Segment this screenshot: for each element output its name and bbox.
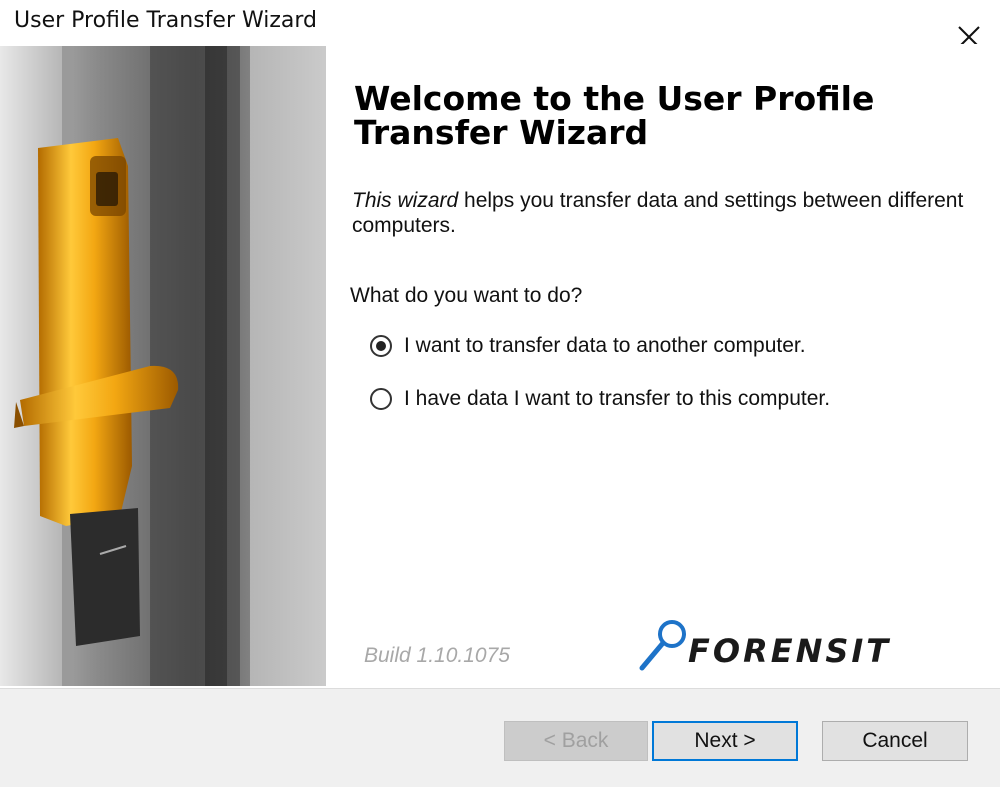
magnifier-icon [639, 620, 686, 671]
wizard-content: Welcome to the User Profile Transfer Wiz… [326, 44, 1000, 688]
door-handle-illustration [0, 46, 326, 686]
description-lead: This wizard [352, 189, 459, 212]
option-label: I have data I want to transfer to this c… [404, 387, 831, 410]
wizard-description: This wizard helps you transfer data and … [352, 188, 972, 238]
page-title: Welcome to the User Profile Transfer Wiz… [354, 79, 875, 152]
build-version: Build 1.10.1075 [364, 644, 510, 667]
option-transfer-to-another[interactable]: I want to transfer data to another compu… [370, 334, 806, 358]
brand-name: FORENSIT [688, 632, 892, 670]
radio-unselected-icon[interactable] [370, 388, 392, 410]
window-title: User Profile Transfer Wizard [14, 8, 318, 33]
next-button[interactable]: Next > [652, 721, 798, 761]
radio-selected-icon[interactable] [370, 335, 392, 357]
cancel-button[interactable]: Cancel [822, 721, 968, 761]
question-label: What do you want to do? [350, 284, 583, 307]
forensit-logo: FORENSIT [636, 614, 936, 674]
option-transfer-to-this[interactable]: I have data I want to transfer to this c… [370, 387, 830, 411]
wizard-side-image [0, 46, 326, 686]
title-bar: User Profile Transfer Wizard [0, 0, 1000, 48]
wizard-footer: < Back Next > Cancel [0, 688, 1000, 787]
back-button[interactable]: < Back [504, 721, 648, 761]
option-label: I want to transfer data to another compu… [404, 334, 806, 357]
